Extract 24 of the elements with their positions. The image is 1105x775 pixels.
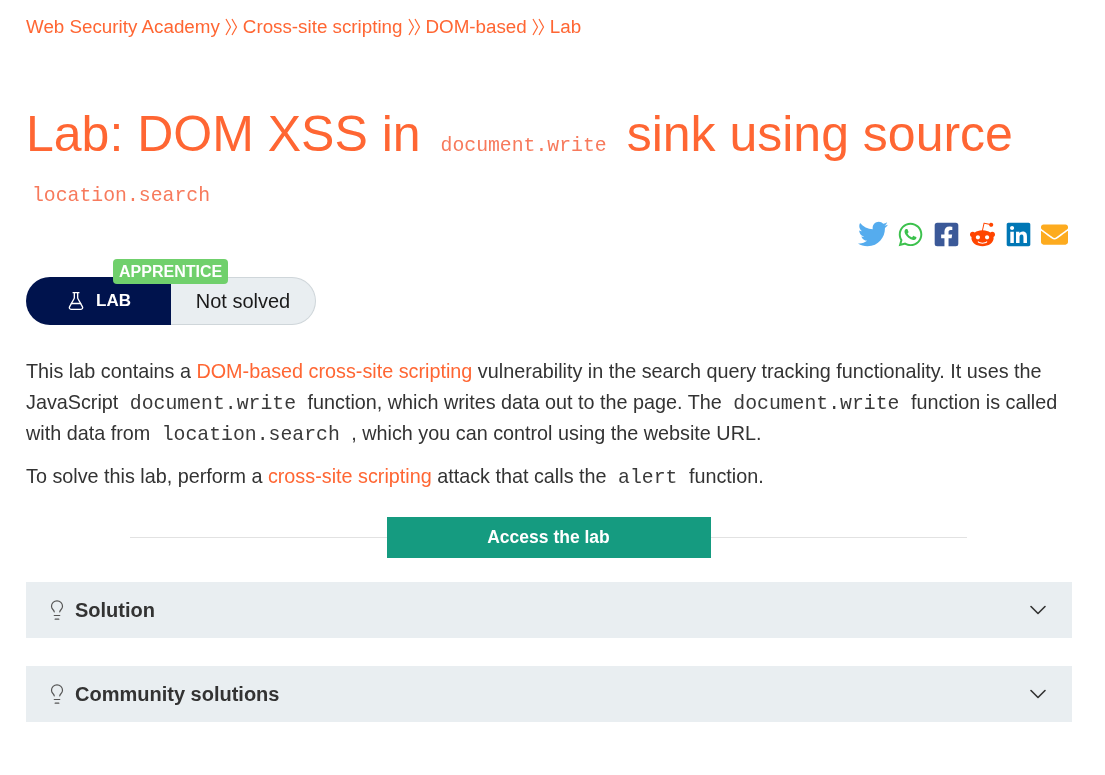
text-link[interactable]: cross-site scripting bbox=[267, 465, 432, 487]
f-logo-icon[interactable] bbox=[933, 220, 960, 248]
alien-icon[interactable] bbox=[969, 220, 996, 248]
double-chevron-icon bbox=[224, 18, 238, 36]
access-lab-button[interactable]: Access the lab bbox=[386, 517, 711, 558]
accordion-header[interactable]: Community solutions bbox=[26, 666, 1072, 722]
status-label: Not solved bbox=[171, 277, 316, 325]
breadcrumb-link[interactable]: Web Security Academy bbox=[26, 15, 220, 39]
text-link[interactable]: DOM-based cross-site scripting bbox=[196, 360, 473, 382]
breadcrumb-link[interactable]: DOM-based bbox=[425, 15, 527, 39]
breadcrumb-link[interactable]: Lab bbox=[549, 15, 582, 39]
description-text: This lab contains a DOM-based cross-site scripting vulnerability in the search query tracking functionality. It uses the JavaScript document.write function, which writes data out to the page. The document.write function is called with data from location.search , which you can control using the website URL. bbox=[26, 359, 1059, 448]
bird-icon[interactable] bbox=[858, 219, 888, 249]
in-logo-icon[interactable] bbox=[1005, 220, 1032, 248]
page-title: Lab: DOM XSS in document.write sink using source location.search bbox=[26, 109, 1014, 209]
description-text: To solve this lab, perform a cross-site scripting attack that calls the alert function. bbox=[26, 464, 765, 491]
flask-icon bbox=[66, 291, 86, 311]
lab-label: LAB bbox=[96, 290, 131, 313]
double-chevron-icon bbox=[531, 18, 545, 36]
accordion-header[interactable]: Solution bbox=[26, 582, 1072, 638]
breadcrumb-link[interactable]: Cross-site scripting bbox=[242, 15, 403, 39]
phone-bubble-icon[interactable] bbox=[897, 220, 924, 248]
level-badge: APPRENTICE bbox=[113, 259, 229, 284]
double-chevron-icon bbox=[407, 18, 421, 36]
